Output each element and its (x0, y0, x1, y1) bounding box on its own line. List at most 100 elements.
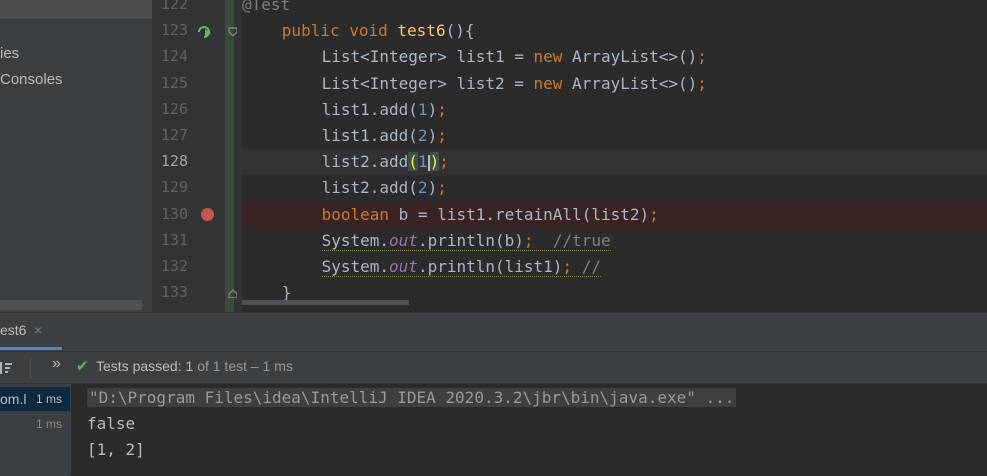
code-token: ; (439, 152, 449, 172)
code-token: ; (562, 257, 573, 276)
code-token: 2 (417, 126, 428, 145)
code-token: //true (552, 230, 611, 250)
code-token: ArrayList<>() (562, 73, 698, 93)
line-number[interactable]: 127 (152, 126, 188, 144)
code-token: List<Integer> list1 = (321, 47, 534, 67)
status-count: 1 (185, 358, 194, 374)
code-token: 1 (417, 152, 428, 172)
more-actions-icon[interactable]: » (52, 355, 61, 373)
project-tree-item[interactable]: ies (0, 45, 19, 62)
toolbar-separator (30, 358, 31, 378)
project-tree-item-consoles[interactable]: Consoles (0, 71, 63, 88)
run-test-icon[interactable] (196, 24, 212, 40)
code-token: ) (427, 99, 438, 119)
run-toolbar: » ✔ Tests passed: 1 of 1 test – 1 ms (0, 351, 987, 384)
code-token: out (389, 257, 418, 276)
editor-bottom-edge (242, 305, 987, 312)
code-token: list2.add (321, 152, 409, 172)
code-token: ( (408, 152, 418, 172)
test-passed-check-icon: ✔ (76, 357, 89, 375)
code-token: .println(b) (417, 230, 524, 250)
code-text: list1.add(2); (322, 126, 447, 145)
line-number[interactable]: 131 (152, 231, 188, 249)
line-number[interactable]: 123 (152, 21, 188, 39)
fold-marker-icon[interactable] (228, 289, 237, 299)
fold-marker-icon[interactable] (228, 27, 237, 37)
code-line[interactable]: boolean b = list1.retainAll(list2); (242, 201, 987, 228)
tab-run-test6[interactable]: est6 × (0, 313, 62, 350)
code-line[interactable]: List<Integer> list1 = new ArrayList<>(); (242, 44, 987, 70)
project-horizontal-scrollbar[interactable] (0, 300, 142, 310)
code-token: ; (437, 126, 447, 145)
run-tool-window: est6 × » ✔ Tests passed: 1 of 1 test – 1… (0, 312, 987, 476)
code-token: ; (697, 47, 707, 67)
vcs-change-marker (225, 0, 234, 312)
code-text: System.out.println(b); //true (321, 230, 611, 251)
code-token: list1.add( (321, 99, 418, 119)
test-tree-label: om.l (0, 391, 27, 407)
code-line[interactable]: List<Integer> list2 = new ArrayList<>(); (242, 71, 987, 97)
close-icon[interactable]: × (34, 322, 42, 338)
code-token: (){ (445, 21, 475, 41)
code-token: ; (523, 230, 534, 250)
code-token: System. (321, 230, 390, 250)
line-number[interactable]: 132 (152, 257, 188, 275)
code-token: ArrayList<>() (562, 47, 698, 67)
line-number[interactable]: 133 (152, 283, 188, 301)
code-line[interactable]: System.out.println(list1); // (242, 254, 987, 280)
console-command-line: "D:\Program Files\idea\IntelliJ IDEA 202… (87, 388, 737, 407)
line-number[interactable]: 129 (152, 178, 188, 196)
test-status-text: Tests passed: 1 of 1 test – 1 ms (96, 358, 293, 374)
line-number[interactable]: 124 (152, 47, 188, 65)
code-text: public void test6(){ (282, 21, 475, 40)
code-editor[interactable]: } System.out.println(list1); //System.out… (242, 0, 987, 312)
code-token: ; (437, 178, 447, 198)
code-line[interactable]: @Test (242, 0, 987, 18)
code-token: ) (427, 178, 438, 198)
line-number[interactable]: 128 (152, 152, 188, 170)
line-number[interactable]: 126 (152, 100, 188, 118)
sort-icon[interactable] (0, 360, 14, 376)
code-token: list1.add( (321, 126, 418, 145)
code-token: @Test (242, 0, 291, 14)
line-number[interactable]: 125 (152, 74, 188, 92)
code-token: ; (649, 204, 659, 224)
console-output[interactable]: "D:\Program Files\idea\IntelliJ IDEA 202… (71, 383, 987, 476)
code-text: list2.add(1); (321, 152, 449, 172)
code-token: ; (697, 73, 707, 93)
code-token: // (581, 257, 601, 276)
console-output-line: false (87, 414, 136, 433)
code-token: public (281, 21, 340, 41)
test-tree-row[interactable]: om.l 1 ms (0, 387, 70, 411)
status-suffix: of 1 test – 1 ms (197, 358, 293, 374)
code-line[interactable]: list2.add(2); (242, 175, 987, 201)
code-token: 1 (417, 99, 428, 119)
code-token: boolean (321, 204, 390, 224)
line-number[interactable]: 122 (152, 0, 188, 13)
test-duration: 1 ms (36, 417, 63, 431)
code-line[interactable]: System.out.println(b); //true (242, 228, 987, 254)
test-results-tree[interactable]: om.l 1 ms 1 ms (0, 383, 70, 476)
code-text: List<Integer> list2 = new ArrayList<>(); (322, 74, 707, 93)
test-tree-row[interactable]: 1 ms (0, 412, 70, 436)
breakpoint-icon[interactable] (201, 207, 214, 221)
status-prefix: Tests passed: (96, 358, 182, 374)
editor-gutter[interactable]: 122 123 124 125 126 127 128 129 130 131 132 133 (152, 0, 242, 312)
code-text: @Test (242, 0, 290, 14)
code-token: ) (429, 152, 440, 172)
code-token: void (349, 21, 388, 41)
code-line[interactable]: public void test6(){ (242, 18, 987, 44)
code-token: 2 (417, 178, 428, 198)
code-line[interactable]: list2.add(1); (242, 149, 987, 176)
code-line[interactable]: list1.add(2); (242, 123, 987, 149)
code-token: list2.add( (321, 178, 418, 198)
code-line[interactable]: list1.add(1); (242, 97, 987, 123)
code-text: list2.add(2); (322, 178, 447, 197)
line-number[interactable]: 130 (152, 205, 188, 223)
code-text: List<Integer> list1 = new ArrayList<>(); (322, 47, 707, 66)
console-output-line: [1, 2] (87, 440, 145, 459)
project-panel: ies Consoles (0, 0, 152, 312)
